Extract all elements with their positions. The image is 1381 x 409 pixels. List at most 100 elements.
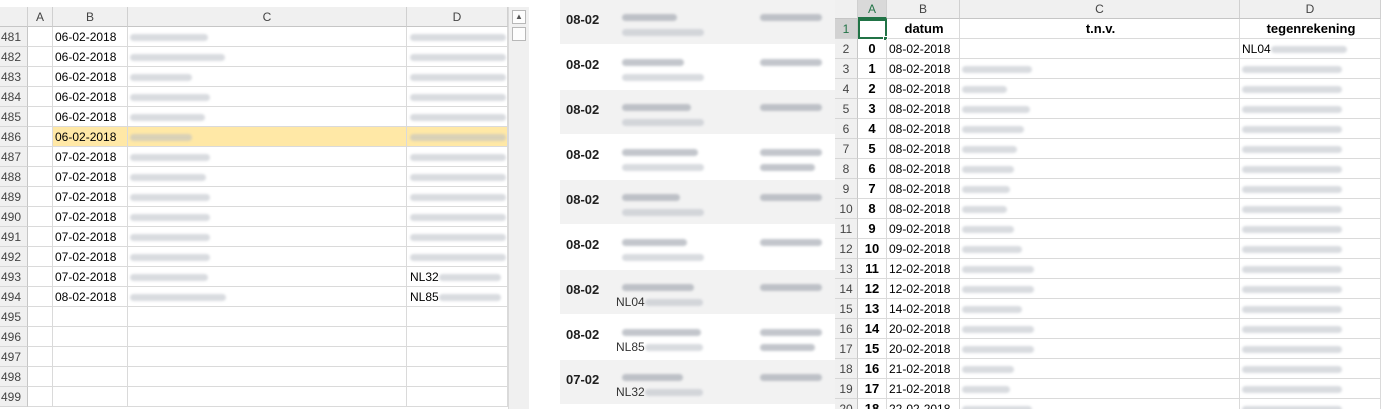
cell-date[interactable]: 07-02-2018 bbox=[53, 247, 128, 267]
cell-date[interactable]: 08-02-2018 bbox=[53, 287, 128, 307]
cell-a[interactable] bbox=[28, 147, 53, 167]
row-header[interactable]: 495 bbox=[0, 307, 28, 327]
row-header[interactable]: 483 bbox=[0, 67, 28, 87]
cell-date[interactable] bbox=[53, 307, 128, 327]
cell-name[interactable] bbox=[960, 139, 1240, 159]
cell-name[interactable] bbox=[960, 259, 1240, 279]
row-header[interactable]: 485 bbox=[0, 107, 28, 127]
cell-a[interactable] bbox=[28, 207, 53, 227]
cell-account[interactable] bbox=[407, 247, 508, 267]
cell-name[interactable] bbox=[960, 219, 1240, 239]
cell-index[interactable]: 9 bbox=[858, 219, 887, 239]
cell-a[interactable] bbox=[28, 167, 53, 187]
cell-account[interactable] bbox=[1240, 379, 1381, 399]
cell-index[interactable]: 8 bbox=[858, 199, 887, 219]
cell-index[interactable]: 6 bbox=[858, 159, 887, 179]
row-header[interactable]: 490 bbox=[0, 207, 28, 227]
cell-a[interactable] bbox=[28, 287, 53, 307]
row-header[interactable]: 19 bbox=[835, 379, 858, 399]
cell-account[interactable] bbox=[1240, 139, 1381, 159]
row-header[interactable]: 493 bbox=[0, 267, 28, 287]
cell-date[interactable]: 06-02-2018 bbox=[53, 47, 128, 67]
row-header[interactable]: 17 bbox=[835, 339, 858, 359]
cell-account[interactable] bbox=[1240, 59, 1381, 79]
cell-date[interactable]: 08-02-2018 bbox=[887, 59, 960, 79]
cell-a[interactable] bbox=[28, 347, 53, 367]
cell-name[interactable] bbox=[128, 267, 407, 287]
cell-a[interactable] bbox=[28, 367, 53, 387]
cell-name[interactable] bbox=[960, 119, 1240, 139]
row-header[interactable]: 12 bbox=[835, 239, 858, 259]
cell-name[interactable] bbox=[128, 307, 407, 327]
cell-a[interactable] bbox=[28, 267, 53, 287]
cell-date[interactable]: 06-02-2018 bbox=[53, 27, 128, 47]
cell-account[interactable] bbox=[1240, 159, 1381, 179]
cell-date[interactable]: 08-02-2018 bbox=[887, 99, 960, 119]
cell-index[interactable]: 5 bbox=[858, 139, 887, 159]
list-item[interactable]: 08-02 bbox=[560, 0, 835, 44]
row-header[interactable]: 496 bbox=[0, 327, 28, 347]
cell-account[interactable] bbox=[1240, 119, 1381, 139]
cell-date[interactable]: 08-02-2018 bbox=[887, 159, 960, 179]
cell-date[interactable]: 20-02-2018 bbox=[887, 319, 960, 339]
cell-name[interactable] bbox=[128, 247, 407, 267]
row-header[interactable]: 11 bbox=[835, 219, 858, 239]
cell-account[interactable] bbox=[407, 127, 508, 147]
cell-index[interactable]: 7 bbox=[858, 179, 887, 199]
cell-date[interactable]: 07-02-2018 bbox=[53, 187, 128, 207]
row-header[interactable]: 481 bbox=[0, 27, 28, 47]
list-item[interactable]: 08-02 bbox=[560, 45, 835, 89]
list-item[interactable]: 08-02 bbox=[560, 90, 835, 134]
cell-date[interactable]: 21-02-2018 bbox=[887, 379, 960, 399]
cell-account[interactable] bbox=[1240, 279, 1381, 299]
cell-name[interactable] bbox=[128, 387, 407, 407]
cell-name[interactable] bbox=[960, 399, 1240, 409]
cell-index[interactable]: 11 bbox=[858, 259, 887, 279]
cell-a[interactable] bbox=[28, 87, 53, 107]
cell-name[interactable] bbox=[960, 159, 1240, 179]
row-header[interactable]: 7 bbox=[835, 139, 858, 159]
cell-date[interactable]: 09-02-2018 bbox=[887, 239, 960, 259]
header-cell-tegenrekening[interactable]: tegenrekening bbox=[1240, 19, 1381, 39]
cell-account[interactable] bbox=[1240, 299, 1381, 319]
list-item[interactable]: 08-02 NL04 bbox=[560, 270, 835, 314]
row-header[interactable]: 9 bbox=[835, 179, 858, 199]
cell-account[interactable] bbox=[1240, 179, 1381, 199]
cell-a[interactable] bbox=[28, 227, 53, 247]
column-header-b[interactable]: B bbox=[887, 0, 960, 19]
cell-account[interactable] bbox=[1240, 79, 1381, 99]
cell-date[interactable]: 07-02-2018 bbox=[53, 227, 128, 247]
cell-name[interactable] bbox=[960, 379, 1240, 399]
cell-account[interactable] bbox=[407, 147, 508, 167]
cell-index[interactable]: 1 bbox=[858, 59, 887, 79]
cell-account[interactable] bbox=[1240, 359, 1381, 379]
cell-date[interactable]: 08-02-2018 bbox=[887, 119, 960, 139]
list-item[interactable]: 07-02 NL32 bbox=[560, 360, 835, 404]
cell-date[interactable]: 07-02-2018 bbox=[53, 147, 128, 167]
cell-a[interactable] bbox=[28, 47, 53, 67]
cell-account[interactable] bbox=[1240, 99, 1381, 119]
cell-index[interactable]: 16 bbox=[858, 359, 887, 379]
row-header[interactable]: 497 bbox=[0, 347, 28, 367]
cell-date[interactable]: 20-02-2018 bbox=[887, 339, 960, 359]
row-header[interactable]: 6 bbox=[835, 119, 858, 139]
cell-index[interactable]: 10 bbox=[858, 239, 887, 259]
cell-a[interactable] bbox=[28, 67, 53, 87]
cell-account[interactable] bbox=[407, 327, 508, 347]
header-cell-datum[interactable]: datum bbox=[887, 19, 960, 39]
cell-account[interactable] bbox=[1240, 239, 1381, 259]
row-header[interactable]: 8 bbox=[835, 159, 858, 179]
cell-date[interactable]: 08-02-2018 bbox=[887, 199, 960, 219]
cell-index[interactable]: 3 bbox=[858, 99, 887, 119]
cell-name[interactable] bbox=[960, 359, 1240, 379]
row-header[interactable]: 488 bbox=[0, 167, 28, 187]
cell-name[interactable] bbox=[128, 347, 407, 367]
cell-name[interactable] bbox=[960, 179, 1240, 199]
cell-date[interactable]: 08-02-2018 bbox=[887, 39, 960, 59]
list-item[interactable]: 08-02 bbox=[560, 180, 835, 224]
cell-account[interactable] bbox=[1240, 199, 1381, 219]
row-header[interactable]: 494 bbox=[0, 287, 28, 307]
cell-index[interactable]: 17 bbox=[858, 379, 887, 399]
row-header[interactable]: 3 bbox=[835, 59, 858, 79]
cell-name[interactable] bbox=[960, 279, 1240, 299]
